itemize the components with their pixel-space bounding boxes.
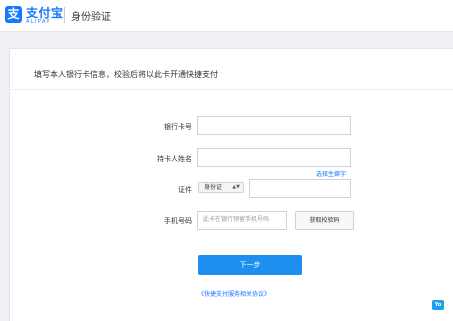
get-code-button[interactable]: 获取校验码 <box>295 211 354 230</box>
feedback-badge-icon[interactable]: Yo <box>432 300 444 310</box>
phone-input[interactable]: 此卡在银行预留手机号码 <box>197 211 287 230</box>
alipay-logo-subtext: ALIPAY <box>26 19 51 25</box>
alipay-logo-icon[interactable]: 支 <box>5 6 22 23</box>
rare-character-link[interactable]: 选择生僻字 <box>316 169 346 178</box>
header-divider <box>64 7 65 23</box>
top-header: 支 支付宝 ALIPAY 身份验证 <box>0 0 453 32</box>
holder-name-label: 持卡人姓名 <box>157 155 192 163</box>
id-number-input[interactable] <box>249 179 351 198</box>
phone-label: 手机号码 <box>164 217 192 225</box>
id-document-label: 证件 <box>178 186 192 194</box>
agreement-link[interactable]: 《快捷支付服务相关协议》 <box>198 289 270 298</box>
card-number-input[interactable] <box>197 116 351 135</box>
chevron-updown-icon: ▲▼ <box>232 184 240 190</box>
card-divider <box>10 89 453 90</box>
id-type-selected: 身份证 <box>204 184 223 191</box>
card-intro-text: 填写本人银行卡信息，校验后将以此卡开通快捷支付 <box>34 70 218 79</box>
next-step-button[interactable]: 下一步 <box>198 255 302 275</box>
id-type-select[interactable]: 身份证 ▲▼ <box>198 182 244 193</box>
holder-name-input[interactable] <box>197 148 351 167</box>
page-title: 身份验证 <box>71 12 111 23</box>
card-number-label: 银行卡号 <box>164 123 192 131</box>
